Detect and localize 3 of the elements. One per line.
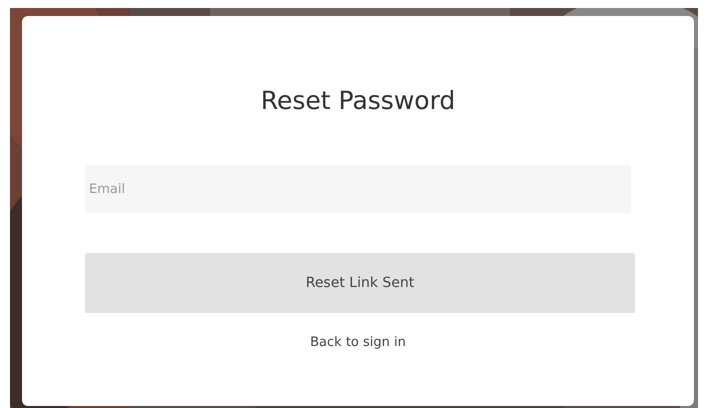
email-field[interactable]: Email	[85, 165, 631, 213]
dialog-title: Reset Password	[260, 86, 456, 115]
back-link[interactable]: Back to sign in	[310, 335, 406, 350]
